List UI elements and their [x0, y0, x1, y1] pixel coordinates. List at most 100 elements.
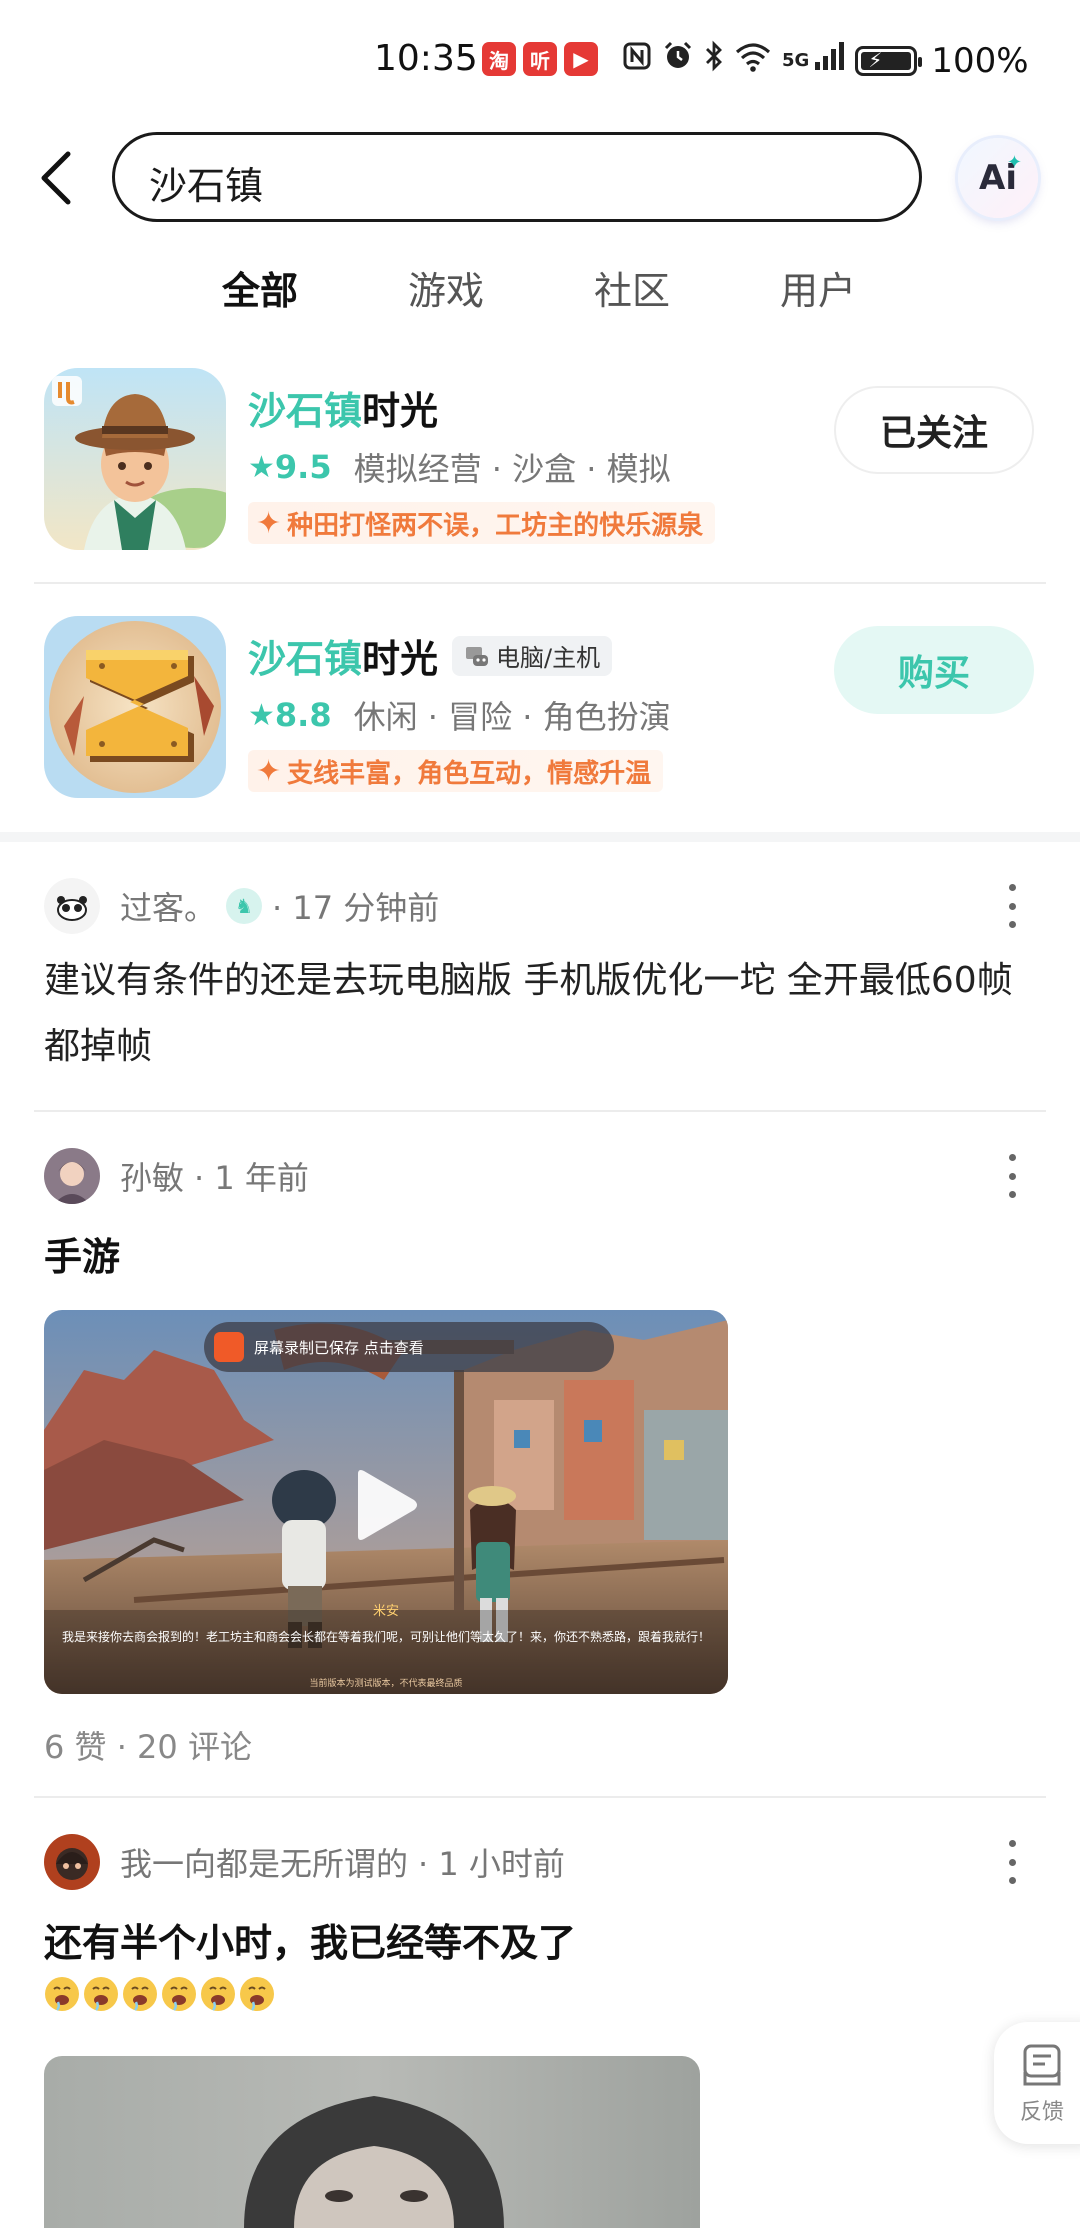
game-meta: ★ 9.5 模拟经营 · 沙盒 · 模拟	[248, 444, 671, 490]
drooling-emoji-icon	[240, 1977, 274, 2011]
video-footer: 当前版本为测试版本，不代表最终品质	[309, 1679, 463, 1689]
search-input[interactable]: 沙石镇	[112, 132, 922, 222]
divider	[34, 582, 1046, 584]
tab-games[interactable]: 游戏	[408, 260, 484, 315]
nfc-icon	[622, 41, 652, 80]
listen-app-icon: 听	[523, 42, 557, 76]
search-tabs: 全部 游戏 社区 用户	[0, 254, 1080, 324]
feedback-label: 反馈	[1019, 2100, 1064, 2125]
avatar[interactable]	[44, 1834, 100, 1890]
tab-community[interactable]: 社区	[594, 260, 670, 315]
star-icon: ★	[248, 697, 275, 733]
drooling-emoji-icon	[162, 1977, 196, 2011]
speaker-name: 米安	[372, 1604, 399, 1619]
sparkle-icon: ✦	[256, 753, 282, 789]
author-name[interactable]: 过客。	[120, 883, 216, 929]
title-rest: 时光	[362, 637, 439, 681]
game-rating: 8.8	[274, 696, 332, 734]
game-icon	[44, 368, 226, 550]
sparkle-icon: ✦	[256, 505, 282, 541]
game-highlight: ✦ 支线丰富，角色互动，情感升温	[248, 750, 664, 792]
network-type: 5G	[782, 50, 810, 71]
ai-assistant-button[interactable]: Ai ✦	[958, 138, 1038, 218]
drooling-emoji-icon	[45, 1977, 79, 2011]
tab-all[interactable]: 全部	[222, 260, 298, 315]
game-tags: 休闲 · 冒险 · 角色扮演	[353, 698, 671, 736]
video-subtitle: 我是来接你去商会报到的！老工坊主和商会会长都在等着我们呢，可别让他们等太久了！来…	[61, 1630, 710, 1644]
tab-users[interactable]: 用户	[780, 260, 856, 315]
search-query: 沙石镇	[149, 164, 264, 208]
post-stats: 6 赞 · 20 评论	[44, 1728, 252, 1766]
post-meta: 我一向都是无所谓的 · 1 小时前	[120, 1839, 565, 1885]
post-time: · 17 分钟前	[272, 889, 440, 927]
battery-icon: ⚡	[855, 45, 923, 76]
wifi-icon	[734, 40, 772, 81]
game-highlight-text: 种田打怪两不误，工坊主的快乐源泉	[287, 510, 704, 541]
video-app-icon: ▶	[564, 42, 598, 76]
platform-label: 电脑/主机	[496, 644, 601, 672]
battery-level: 100%	[931, 40, 1029, 81]
post-time: · 1 年前	[194, 1159, 309, 1197]
section-separator	[0, 832, 1080, 842]
game-tags: 模拟经营 · 沙盒 · 模拟	[353, 450, 671, 488]
alarm-icon	[662, 40, 694, 81]
screen-record-banner[interactable]: 屏幕录制已保存 点击查看	[204, 1322, 614, 1372]
game-rating: 9.5	[274, 448, 332, 486]
author-name[interactable]: 我一向都是无所谓的	[120, 1839, 408, 1885]
back-button[interactable]	[36, 150, 80, 206]
game-result-pc[interactable]: 沙石镇 时光 电脑/主机 ★ 8.8 休闲 · 冒险 · 角色扮演 ✦ 支线丰富，…	[0, 616, 1080, 816]
more-options-button[interactable]	[1000, 884, 1024, 928]
post-time: · 1 小时前	[418, 1845, 565, 1883]
author-name[interactable]: 孙敏	[120, 1153, 184, 1199]
gamepad-icon	[466, 646, 489, 666]
bluetooth-icon	[704, 40, 724, 81]
post-header: 孙敏 · 1 年前	[44, 1146, 309, 1206]
feedback-icon	[1023, 2044, 1061, 2086]
post-header: 过客。 ♞ · 17 分钟前	[44, 876, 439, 936]
game-title: 沙石镇 时光 电脑/主机	[248, 628, 613, 683]
drooling-emoji-icon	[201, 1977, 235, 2011]
game-highlight-text: 支线丰富，角色互动，情感升温	[287, 758, 652, 789]
post-title[interactable]: 还有半个小时，我已经等不及了	[44, 1912, 576, 1967]
video-thumbnail[interactable]: 屏幕录制已保存 点击查看 米安 我是来接你去商会报到的！老工坊主和商会会长都在等…	[44, 1310, 728, 1694]
post-content[interactable]: 建议有条件的还是去玩电脑版 手机版优化一坨 全开最低60帧 都掉帧	[44, 948, 1034, 1080]
emoji-row	[44, 1976, 275, 2012]
signal-icon	[813, 40, 845, 81]
post-header: 我一向都是无所谓的 · 1 小时前	[44, 1832, 565, 1892]
chevron-left-icon	[41, 151, 71, 205]
play-icon[interactable]	[350, 1468, 420, 1542]
sparkle-icon: ✦	[1006, 152, 1022, 173]
post-meta: 孙敏 · 1 年前	[120, 1153, 309, 1199]
taobao-icon: 淘	[482, 42, 516, 76]
more-options-button[interactable]	[1000, 1154, 1024, 1198]
game-meta: ★ 8.8 休闲 · 冒险 · 角色扮演	[248, 692, 671, 738]
drooling-emoji-icon	[123, 1977, 157, 2011]
platform-tag: 电脑/主机	[452, 635, 613, 676]
feedback-button[interactable]: 反馈	[994, 2022, 1080, 2144]
screen-record-text: 屏幕录制已保存 点击查看	[254, 1338, 424, 1357]
system-icons: 5G ⚡ 100%	[622, 40, 1029, 81]
record-icon	[214, 1332, 244, 1362]
avatar[interactable]	[44, 878, 100, 934]
game-title: 沙石镇 时光	[248, 380, 438, 435]
post-title[interactable]: 手游	[44, 1226, 120, 1281]
drooling-emoji-icon	[84, 1977, 118, 2011]
follow-button[interactable]: 已关注	[834, 386, 1034, 474]
divider	[34, 1796, 1046, 1798]
buy-button[interactable]: 购买	[834, 626, 1034, 714]
notification-icons: 淘 听 ▶	[482, 42, 598, 76]
game-result-mobile[interactable]: 沙石镇 时光 ★ 9.5 模拟经营 · 沙盒 · 模拟 ✦ 种田打怪两不误，工坊主…	[0, 368, 1080, 568]
post-image[interactable]	[44, 2056, 700, 2228]
post-meta: 过客。 ♞ · 17 分钟前	[120, 883, 439, 929]
title-highlight: 沙石镇	[248, 637, 363, 681]
player-badge-icon: ♞	[226, 888, 263, 924]
more-options-button[interactable]	[1000, 1840, 1024, 1884]
game-icon	[44, 616, 226, 798]
title-rest: 时光	[362, 389, 439, 433]
avatar[interactable]	[44, 1148, 100, 1204]
status-time: 10:35	[374, 38, 478, 79]
status-bar: 10:35 淘 听 ▶ 5G ⚡ 100%	[0, 0, 1080, 120]
star-icon: ★	[248, 449, 275, 485]
divider	[34, 1110, 1046, 1112]
game-highlight: ✦ 种田打怪两不误，工坊主的快乐源泉	[248, 502, 716, 544]
